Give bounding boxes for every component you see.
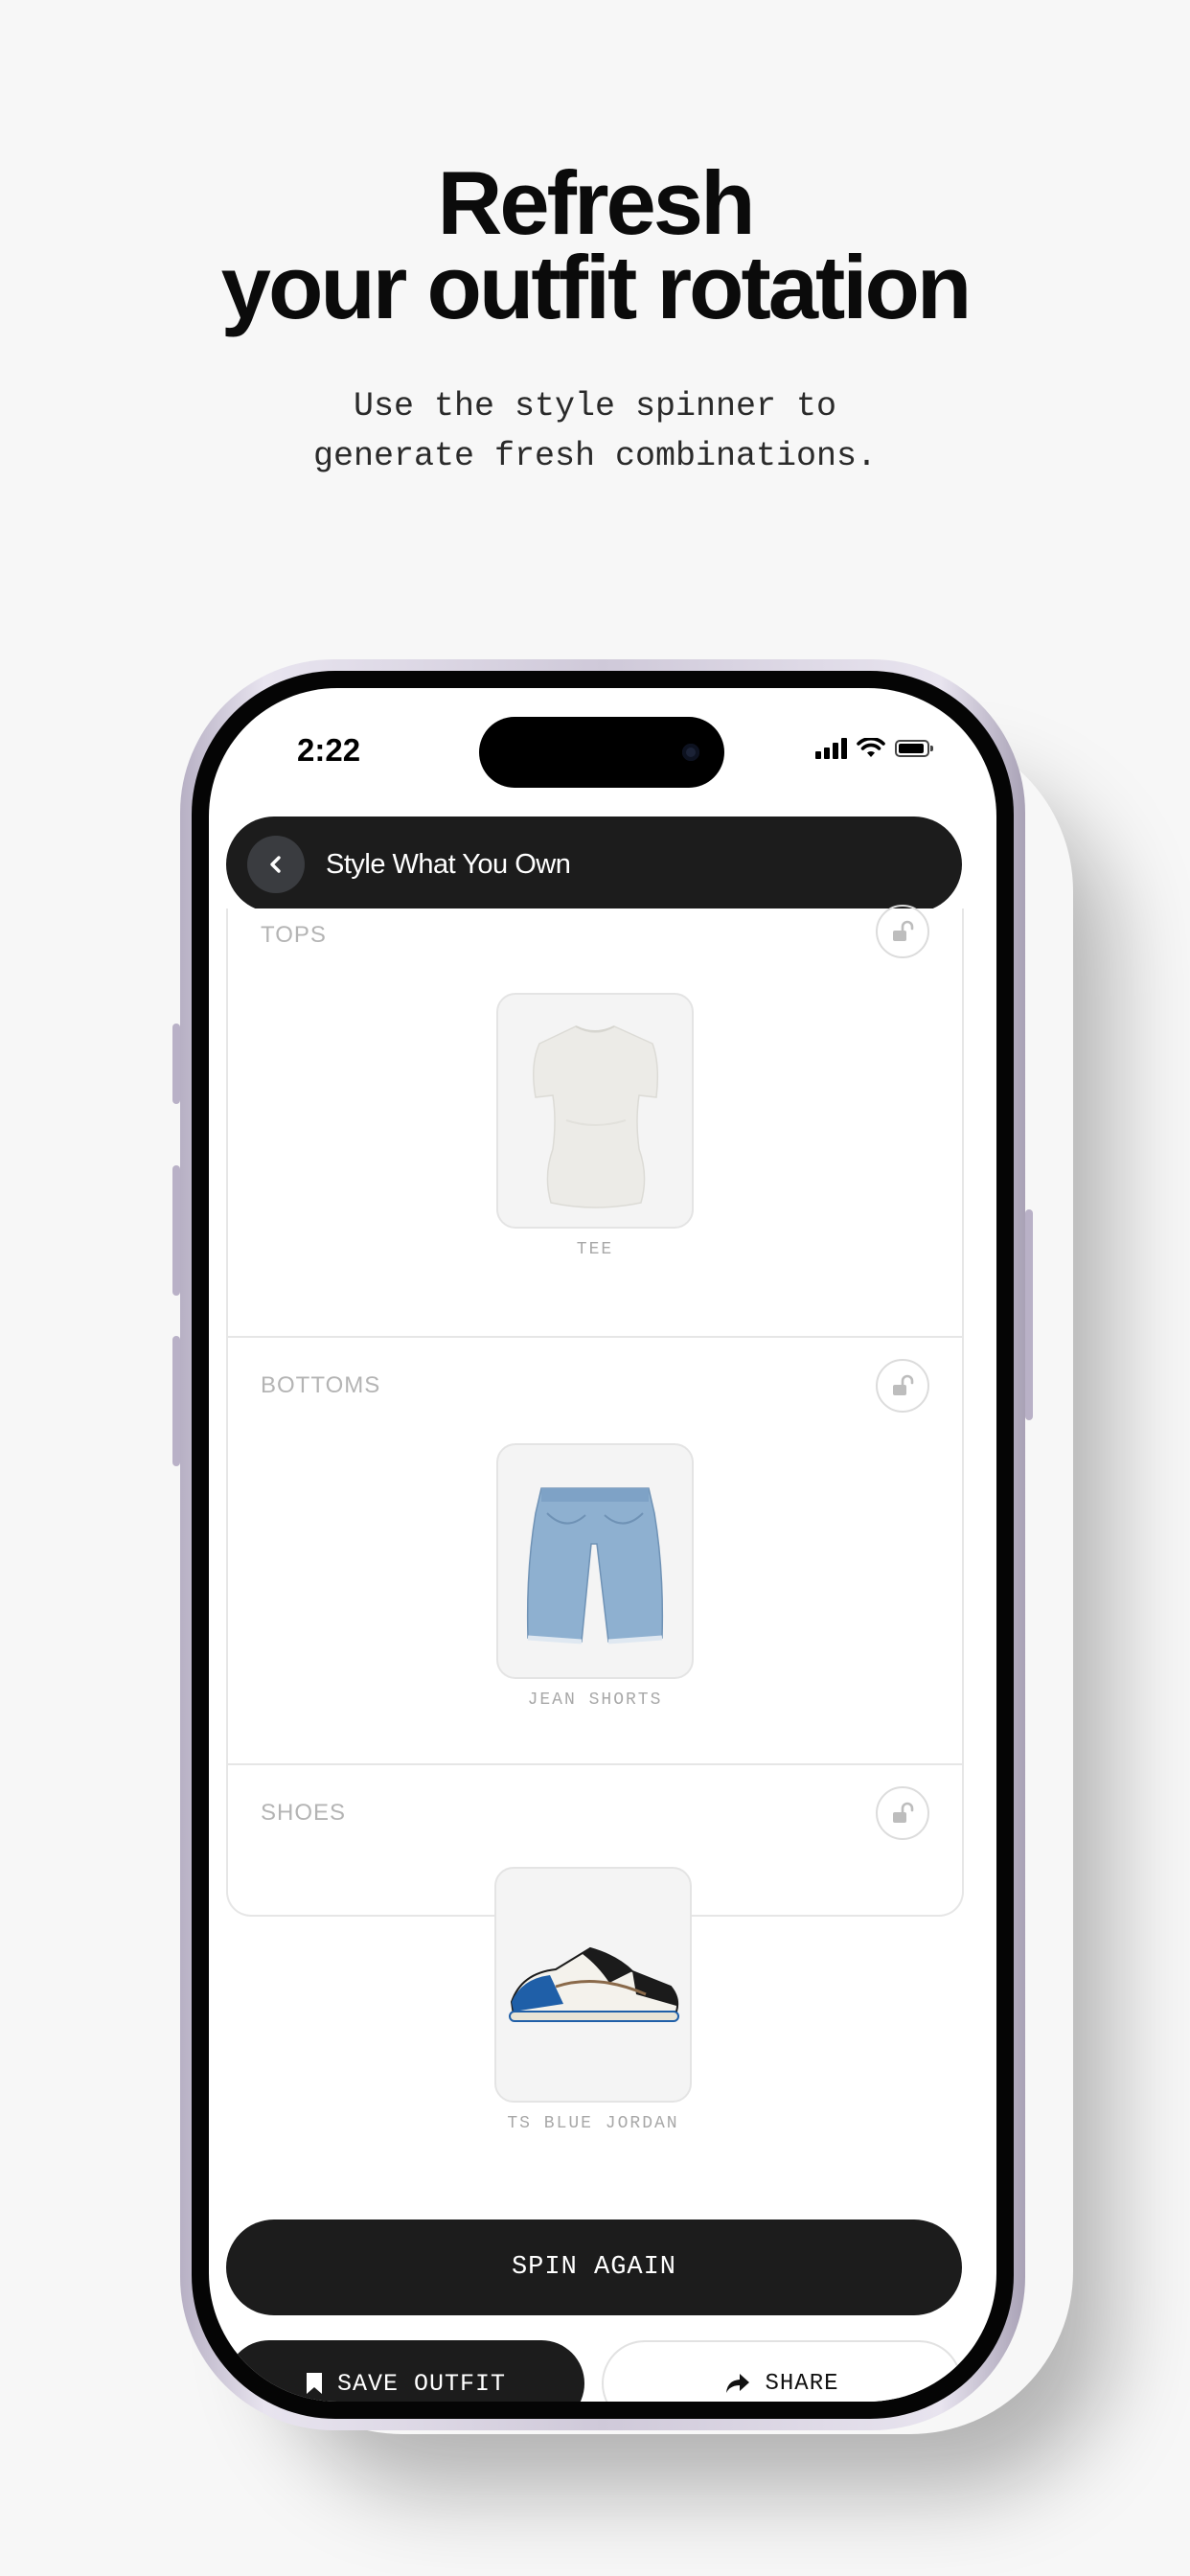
lock-toggle-bottoms[interactable] [876, 1359, 929, 1413]
app-store-screenshot: Refresh your outfit rotation Use the sty… [0, 0, 1190, 2576]
item-image-ts-blue-jordan[interactable] [494, 1867, 692, 2103]
header-bar: Style What You Own [226, 816, 962, 912]
spin-again-button[interactable]: SPIN AGAIN [226, 2220, 962, 2315]
section-bottoms: BOTTOMS JEAN SHORTS [228, 1336, 962, 1765]
page-title: Style What You Own [326, 848, 571, 880]
share-arrow-icon [726, 2374, 750, 2393]
item-name: JEAN SHORTS [527, 1690, 663, 1710]
section-label: SHOES [261, 1800, 347, 1826]
save-outfit-label: SAVE OUTFIT [336, 2369, 507, 2398]
item-name: TEE [576, 1240, 614, 1259]
item-image-tee[interactable] [496, 993, 694, 1229]
sneaker-image [509, 1946, 679, 2022]
volume-down-button [172, 1336, 180, 1466]
dynamic-island [479, 717, 724, 788]
battery-icon [895, 740, 933, 757]
share-button[interactable]: SHARE [602, 2340, 962, 2402]
unlocked-padlock-icon [893, 1374, 914, 1395]
wifi-icon [857, 738, 885, 757]
status-time: 2:22 [297, 732, 361, 768]
subheadline-line-1: Use the style spinner to [353, 387, 837, 426]
cellular-signal-icon [815, 738, 847, 759]
status-icons [815, 738, 933, 759]
save-outfit-button[interactable]: SAVE OUTFIT [226, 2340, 584, 2402]
power-button [1025, 1209, 1033, 1420]
item-name: TS BLUE JORDAN [507, 2114, 679, 2133]
action-button [172, 1024, 180, 1104]
headline-line-1: Refresh [437, 152, 755, 253]
share-label: SHARE [765, 2370, 839, 2397]
bookmark-icon [306, 2373, 322, 2394]
section-label: BOTTOMS [261, 1372, 381, 1398]
subheadline-line-2: generate fresh combinations. [312, 437, 878, 475]
camera-icon [682, 744, 699, 761]
chevron-left-icon [270, 856, 281, 873]
headline: Refresh your outfit rotation [0, 152, 1190, 337]
lock-toggle-shoes[interactable] [876, 1786, 929, 1840]
outfit-card: TOPS TEE BOTTOMS JEAN SHORTS SHOES [226, 905, 964, 1917]
section-label: TOPS [261, 922, 327, 948]
item-image-jean-shorts[interactable] [496, 1443, 694, 1679]
headline-line-2: your outfit rotation [220, 237, 973, 337]
unlocked-padlock-icon [893, 1802, 914, 1823]
lock-toggle-tops[interactable] [876, 905, 929, 958]
volume-up-button [172, 1165, 180, 1296]
tshirt-image [533, 1025, 659, 1208]
back-button[interactable] [247, 836, 305, 893]
subheadline: Use the style spinner to generate fresh … [0, 381, 1190, 481]
unlocked-padlock-icon [893, 920, 914, 941]
phone-screen: 2:22 Style What You Own TOPS TEE BOTTOMS… [209, 688, 996, 2402]
section-tops: TOPS TEE [228, 905, 962, 1338]
jean-shorts-image [526, 1487, 664, 1644]
